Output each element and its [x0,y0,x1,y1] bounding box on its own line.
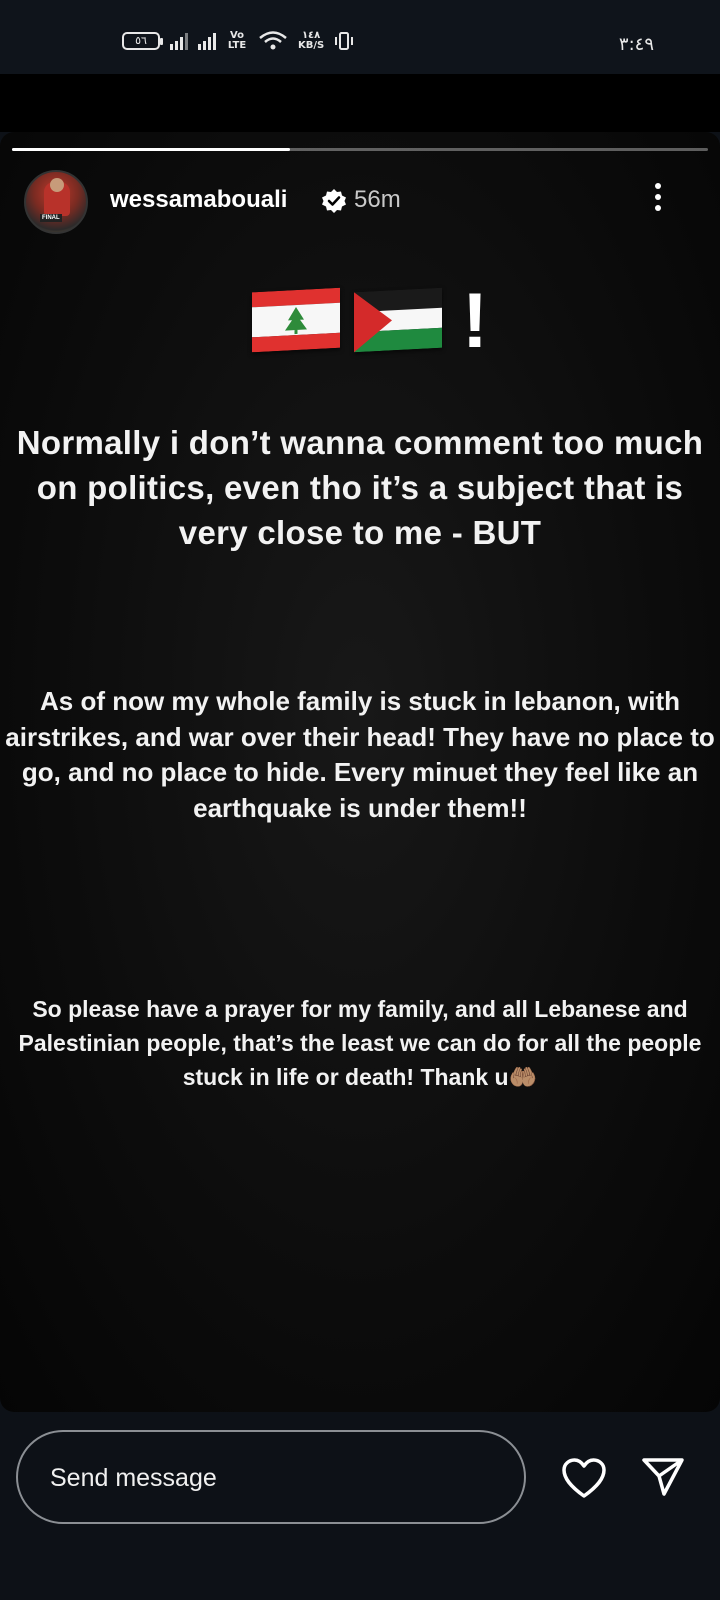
lebanon-flag-icon [252,287,340,353]
network-speed: ١٤٨ KB/S [298,31,324,51]
battery-icon: ٥٦ [122,32,163,50]
story-paragraph-3-text: So please have a prayer for my family, a… [18,996,702,1090]
reply-bar [0,1412,720,1600]
exclamation-mark: ! [462,276,488,364]
flags-row: ! [252,276,488,364]
story-paragraph-2: As of now my whole family is stuck in le… [5,686,715,823]
volte-label: Vo LTE [227,30,247,51]
story-progress-fill [12,148,291,151]
status-bar: ٥٦ Vo LTE ١٤٨ KB/S ٣:٤٩ [0,0,720,74]
more-vertical-icon[interactable] [650,180,666,216]
signal-icon [170,32,188,50]
story-paragraph-1: Normally i don’t wanna comment too much … [16,424,704,551]
story-paragraph-3: So please have a prayer for my family, a… [0,992,720,1094]
top-spacer [0,74,720,132]
message-input[interactable] [48,1432,492,1524]
clock: ٣:٤٩ [618,34,654,55]
palestine-flag-icon [354,287,442,353]
avatar-head [50,178,64,192]
heart-icon[interactable] [560,1456,608,1500]
avatar-badge: FINAL [40,214,62,222]
story-time-ago: 56m [354,186,401,213]
wifi-icon [259,31,287,50]
avatar[interactable]: FINAL [24,170,88,234]
vibrate-icon [335,32,354,50]
praying-hands-emoji: 🤲🏽 [508,1064,538,1090]
username[interactable]: wessamabouali [110,186,287,214]
send-icon[interactable] [640,1454,686,1500]
story-viewer[interactable]: FINAL wessamabouali 56m ! Normally i don… [0,132,720,1412]
send-message-field[interactable] [16,1430,526,1524]
speed-unit: KB/S [298,40,325,51]
status-icons: ٥٦ Vo LTE ١٤٨ KB/S [122,30,354,52]
story-progress-bar [12,148,708,151]
signal-icon-2 [198,32,216,50]
verified-badge-icon [322,189,346,213]
